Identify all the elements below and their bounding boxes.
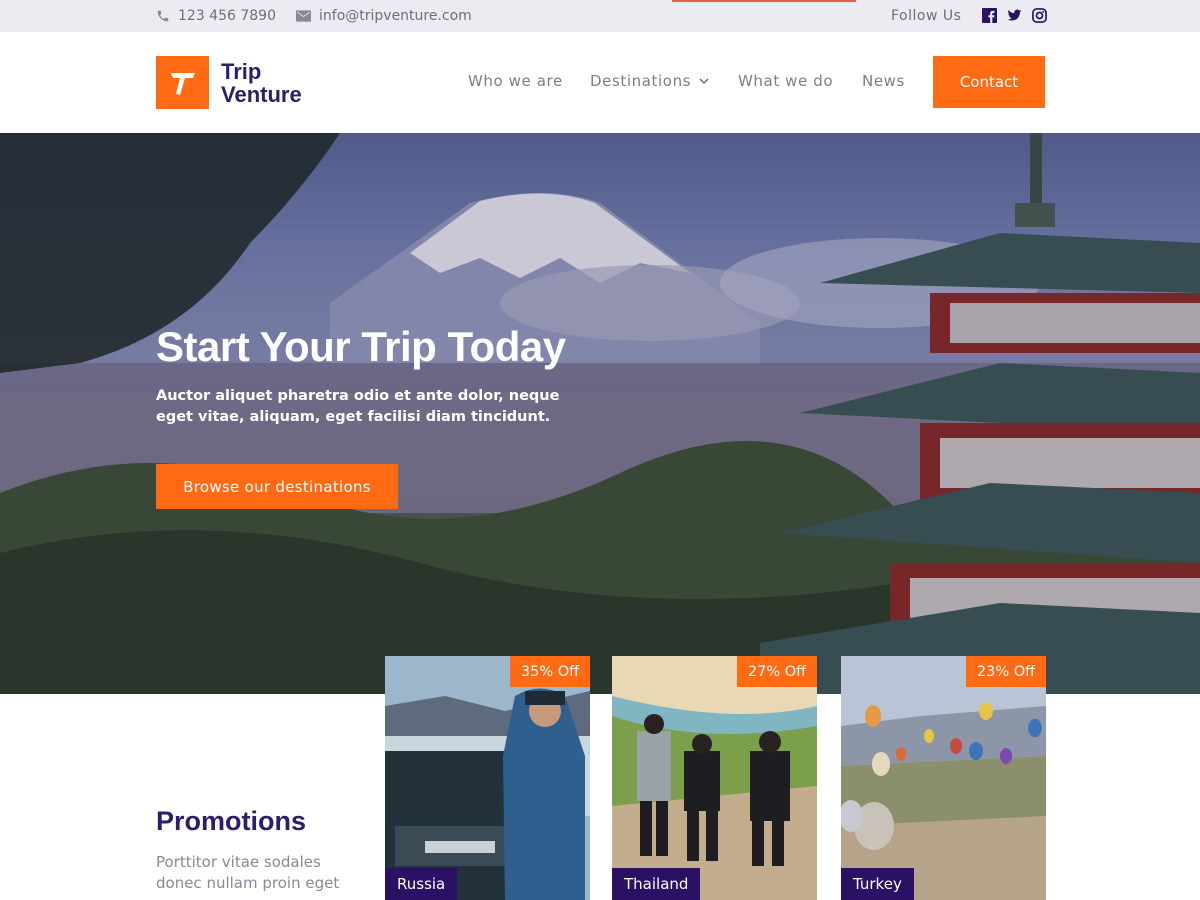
twitter-icon[interactable] <box>1007 8 1022 23</box>
phone-icon <box>157 10 169 22</box>
hero-subtitle: Auctor aliquet pharetra odio et ante dol… <box>156 388 560 425</box>
logo-mark-icon <box>156 56 209 109</box>
phone-contact[interactable]: 123 456 7890 <box>156 0 276 32</box>
promotions-text: Porttitor vitae sodales donec nullam pro… <box>156 853 340 892</box>
contact-button[interactable]: Contact <box>933 56 1045 108</box>
hero-title: Start Your Trip Today <box>156 323 566 370</box>
thailand-photo <box>612 656 817 900</box>
card-label: Turkey <box>841 868 914 900</box>
turkey-photo <box>841 656 1046 900</box>
phone-number: 123 456 7890 <box>178 8 276 24</box>
logo[interactable]: Trip Venture <box>156 56 302 109</box>
hero-section: Start Your Trip Today Auctor aliquet pha… <box>0 133 1200 694</box>
chevron-down-icon <box>699 77 709 84</box>
promo-card-turkey[interactable]: 23% Off Turkey <box>841 656 1046 900</box>
nav-who-we-are[interactable]: Who we are <box>468 72 563 90</box>
mail-icon <box>296 10 311 22</box>
follow-us-label: Follow Us <box>891 8 962 24</box>
top-bar: 123 456 7890 info@tripventure.com Follow… <box>0 0 1200 32</box>
promo-card-russia[interactable]: 35% Off Russia <box>385 656 590 900</box>
logo-text: Trip Venture <box>221 58 302 107</box>
card-label: Russia <box>385 868 458 900</box>
site-header: Trip Venture Who we are Destinations Wha… <box>0 32 1200 133</box>
discount-badge: 35% Off <box>510 656 590 687</box>
promotions-title: Promotions <box>156 806 307 836</box>
email-address: info@tripventure.com <box>319 8 472 24</box>
facebook-icon[interactable] <box>982 8 997 23</box>
card-label: Thailand <box>612 868 701 900</box>
social-links <box>982 8 1047 23</box>
email-contact[interactable]: info@tripventure.com <box>296 0 472 32</box>
nav-what-we-do[interactable]: What we do <box>738 72 833 90</box>
browse-destinations-button[interactable]: Browse our destinations <box>156 464 398 509</box>
promo-card-thailand[interactable]: 27% Off Thailand <box>612 656 817 900</box>
nav-destinations[interactable]: Destinations <box>590 72 709 90</box>
discount-badge: 23% Off <box>966 656 1046 687</box>
top-accent-line <box>672 0 856 2</box>
nav-news[interactable]: News <box>862 72 905 90</box>
instagram-icon[interactable] <box>1032 8 1047 23</box>
discount-badge: 27% Off <box>737 656 817 687</box>
russia-photo <box>385 656 590 900</box>
